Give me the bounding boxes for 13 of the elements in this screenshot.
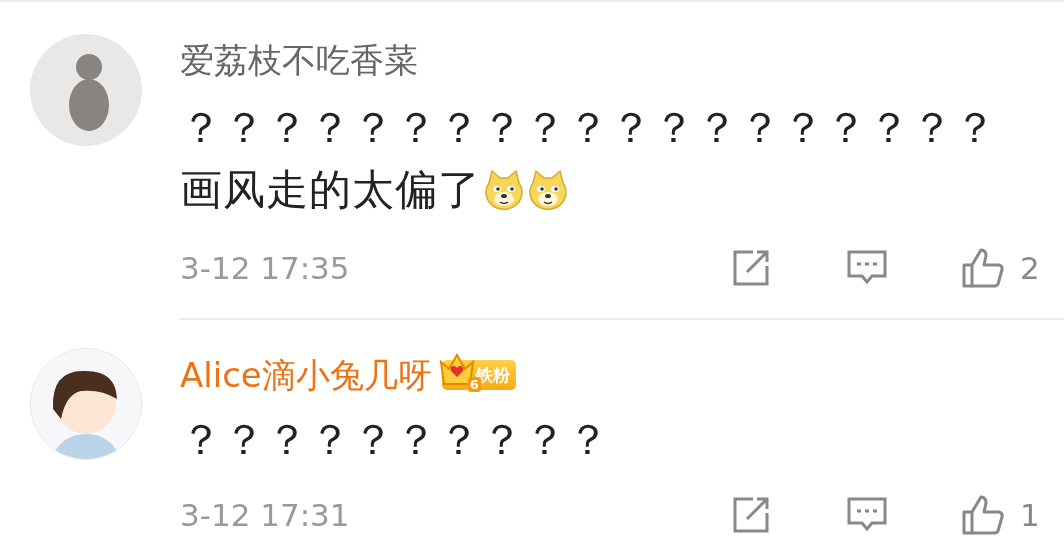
comment-time: 3-12 17:31 — [180, 497, 351, 533]
comment-text: ？？？？？？？？？？ — [180, 414, 610, 466]
comment-text: 画风走的太偏了 — [180, 164, 481, 216]
user-name[interactable]: 爱荔枝不吃香菜 — [180, 38, 418, 82]
thumbs-up-icon — [961, 494, 1005, 536]
like-count: 1 — [1020, 497, 1040, 533]
thumbs-up-icon — [961, 247, 1005, 289]
share-icon — [731, 248, 771, 288]
like-count: 2 — [1020, 250, 1040, 286]
user-name[interactable]: Alice滴小兔几呀 — [180, 353, 432, 397]
comment-time: 3-12 17:35 — [180, 250, 351, 286]
comment-text: ？？？？？？？？？？？？？？？？？？？ — [180, 102, 997, 154]
share-icon — [731, 495, 771, 535]
